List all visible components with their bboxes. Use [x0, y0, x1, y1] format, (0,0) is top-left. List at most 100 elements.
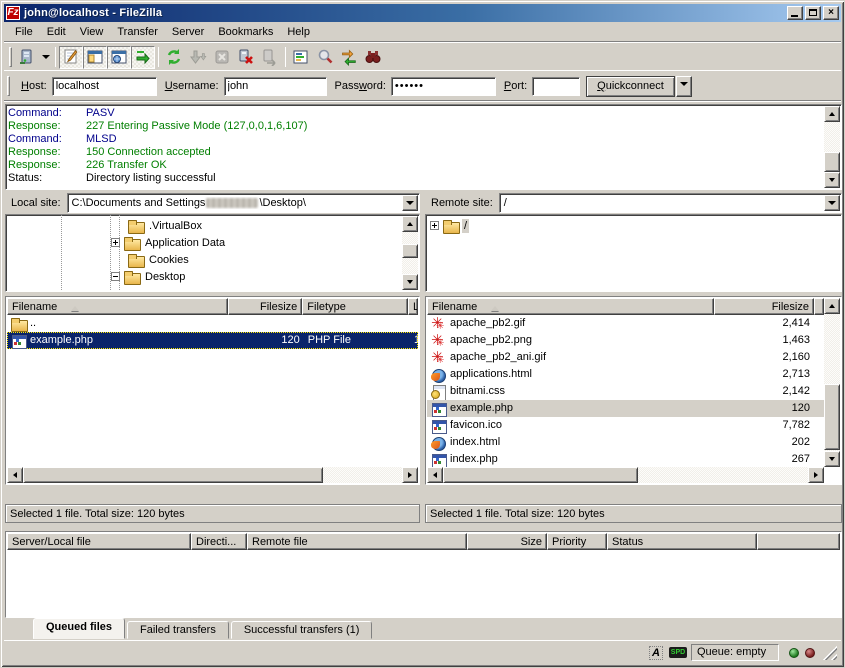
- column-filesize[interactable]: Filesize: [228, 298, 302, 315]
- tab-failed-transfers[interactable]: Failed transfers: [127, 621, 229, 639]
- toolbar-grip[interactable]: [9, 47, 12, 67]
- minimize-icon: [791, 15, 798, 17]
- quickconnect-bar: Host: Username: Password: Port: Quickcon…: [4, 72, 841, 101]
- speed-limit-indicator[interactable]: SPD: [669, 645, 687, 661]
- directory-filters-button[interactable]: [289, 46, 313, 69]
- collapse-minus-icon[interactable]: [111, 272, 120, 281]
- column-filename[interactable]: Filename: [427, 298, 714, 315]
- transfer-type-indicator[interactable]: A: [647, 645, 665, 661]
- host-input[interactable]: [52, 77, 157, 96]
- column-filesize[interactable]: Filesize: [714, 298, 814, 315]
- close-button[interactable]: ×: [823, 6, 839, 20]
- quickconnect-button[interactable]: Quickconnect: [586, 76, 675, 97]
- title-bar[interactable]: Fz john@localhost - FileZilla ×: [4, 4, 841, 22]
- column-filetype[interactable]: Filetype: [302, 298, 408, 315]
- site-manager-dropdown[interactable]: [39, 47, 52, 68]
- file-row[interactable]: index.html 202: [427, 434, 824, 451]
- menu-help[interactable]: Help: [280, 24, 317, 40]
- menu-file[interactable]: File: [8, 24, 40, 40]
- menu-view[interactable]: View: [73, 24, 111, 40]
- remote-list-vscrollbar[interactable]: [824, 298, 840, 467]
- port-input[interactable]: [532, 77, 580, 96]
- column-priority[interactable]: Priority: [547, 533, 607, 550]
- tree-item-cookies[interactable]: Cookies: [115, 251, 191, 268]
- scroll-down-icon: [829, 178, 835, 185]
- directory-comparison-button[interactable]: [313, 46, 337, 69]
- transfer-queue-icon: [134, 48, 152, 66]
- toggle-transfer-queue-button[interactable]: [131, 46, 155, 69]
- synchronized-browsing-button[interactable]: [337, 46, 361, 69]
- menu-bookmarks[interactable]: Bookmarks: [211, 24, 280, 40]
- log-scrollbar[interactable]: [824, 106, 840, 188]
- quickconnect-grip[interactable]: [7, 76, 10, 96]
- tree-item-root[interactable]: /: [430, 217, 469, 234]
- local-tree-scrollbar[interactable]: [402, 216, 418, 290]
- remote-site-combo[interactable]: /: [499, 193, 842, 213]
- remote-list-header: Filename Filesize: [427, 298, 824, 315]
- tree-item-application-data[interactable]: Application Data: [111, 234, 227, 251]
- vscroll-thumb[interactable]: [824, 384, 840, 450]
- column-direction[interactable]: Directi...: [191, 533, 247, 550]
- expand-plus-icon[interactable]: [111, 238, 120, 247]
- file-row[interactable]: bitnami.css 2,142: [427, 383, 824, 400]
- hscroll-thumb[interactable]: [23, 467, 323, 483]
- process-queue-button[interactable]: [186, 46, 210, 69]
- local-site-combo[interactable]: C:\Documents and Settings\Desktop\: [67, 193, 420, 213]
- quickconnect-dropdown[interactable]: [676, 76, 692, 97]
- find-files-button[interactable]: [361, 46, 385, 69]
- tree-scroll-thumb[interactable]: [402, 244, 418, 258]
- hscroll-thumb[interactable]: [443, 467, 638, 483]
- file-row-parent[interactable]: ..: [7, 315, 418, 332]
- column-server-local-file[interactable]: Server/Local file: [7, 533, 191, 550]
- file-row[interactable]: apache_pb2.gif 2,414: [427, 315, 824, 332]
- menu-transfer[interactable]: Transfer: [110, 24, 165, 40]
- refresh-button[interactable]: [162, 46, 186, 69]
- column-lastmodified[interactable]: L: [408, 298, 418, 315]
- filter-icon: [292, 48, 310, 66]
- tab-successful-transfers[interactable]: Successful transfers (1): [231, 621, 373, 639]
- resize-grip[interactable]: [823, 646, 837, 660]
- redacted-username: [206, 198, 258, 208]
- file-row-example-php[interactable]: example.php 120: [427, 400, 824, 417]
- remote-site-dropdown[interactable]: [824, 195, 840, 211]
- column-status[interactable]: Status: [607, 533, 757, 550]
- maximize-button[interactable]: [805, 6, 821, 20]
- remote-list-hscrollbar[interactable]: [427, 467, 824, 483]
- reconnect-button[interactable]: [258, 46, 282, 69]
- tab-queued-files[interactable]: Queued files: [33, 618, 125, 639]
- filezilla-window: Fz john@localhost - FileZilla × File Edi…: [0, 0, 845, 668]
- column-size[interactable]: Size: [467, 533, 547, 550]
- file-row[interactable]: apache_pb2_ani.gif 2,160: [427, 349, 824, 366]
- file-row-example-php[interactable]: example.php 120 PHP File 1: [7, 332, 418, 349]
- column-filename[interactable]: Filename: [7, 298, 228, 315]
- file-row[interactable]: index.php 267: [427, 451, 824, 467]
- local-list-hscrollbar[interactable]: [7, 467, 418, 483]
- expand-plus-icon[interactable]: [430, 221, 439, 230]
- tree-item-desktop[interactable]: Desktop: [111, 268, 187, 285]
- local-site-dropdown[interactable]: [402, 195, 418, 211]
- file-row[interactable]: favicon.ico 7,782: [427, 417, 824, 434]
- log-scroll-thumb[interactable]: [824, 152, 840, 172]
- username-input[interactable]: [224, 77, 327, 96]
- toggle-remote-treeview-button[interactable]: [107, 46, 131, 69]
- folder-icon: [443, 219, 459, 233]
- tree-item-virtualbox[interactable]: .VirtualBox: [115, 217, 204, 234]
- toggle-message-log-button[interactable]: [59, 46, 83, 69]
- password-input[interactable]: [391, 77, 496, 96]
- menu-server[interactable]: Server: [165, 24, 211, 40]
- menu-edit[interactable]: Edit: [40, 24, 73, 40]
- encryption-ok-led-icon[interactable]: [789, 648, 799, 658]
- toggle-local-treeview-button[interactable]: [83, 46, 107, 69]
- disconnect-button[interactable]: [234, 46, 258, 69]
- column-remote-file[interactable]: Remote file: [247, 533, 467, 550]
- file-row[interactable]: apache_pb2.png 1,463: [427, 332, 824, 349]
- minimize-button[interactable]: [787, 6, 803, 20]
- file-row[interactable]: applications.html 2,713: [427, 366, 824, 383]
- alert-led-icon[interactable]: [805, 648, 815, 658]
- speed-limit-icon: SPD: [669, 647, 687, 658]
- site-manager-button[interactable]: [15, 46, 39, 69]
- html-file-icon: [431, 368, 447, 382]
- cancel-operation-button[interactable]: [210, 46, 234, 69]
- local-treeview-icon: [86, 48, 104, 66]
- close-icon: ×: [824, 7, 838, 19]
